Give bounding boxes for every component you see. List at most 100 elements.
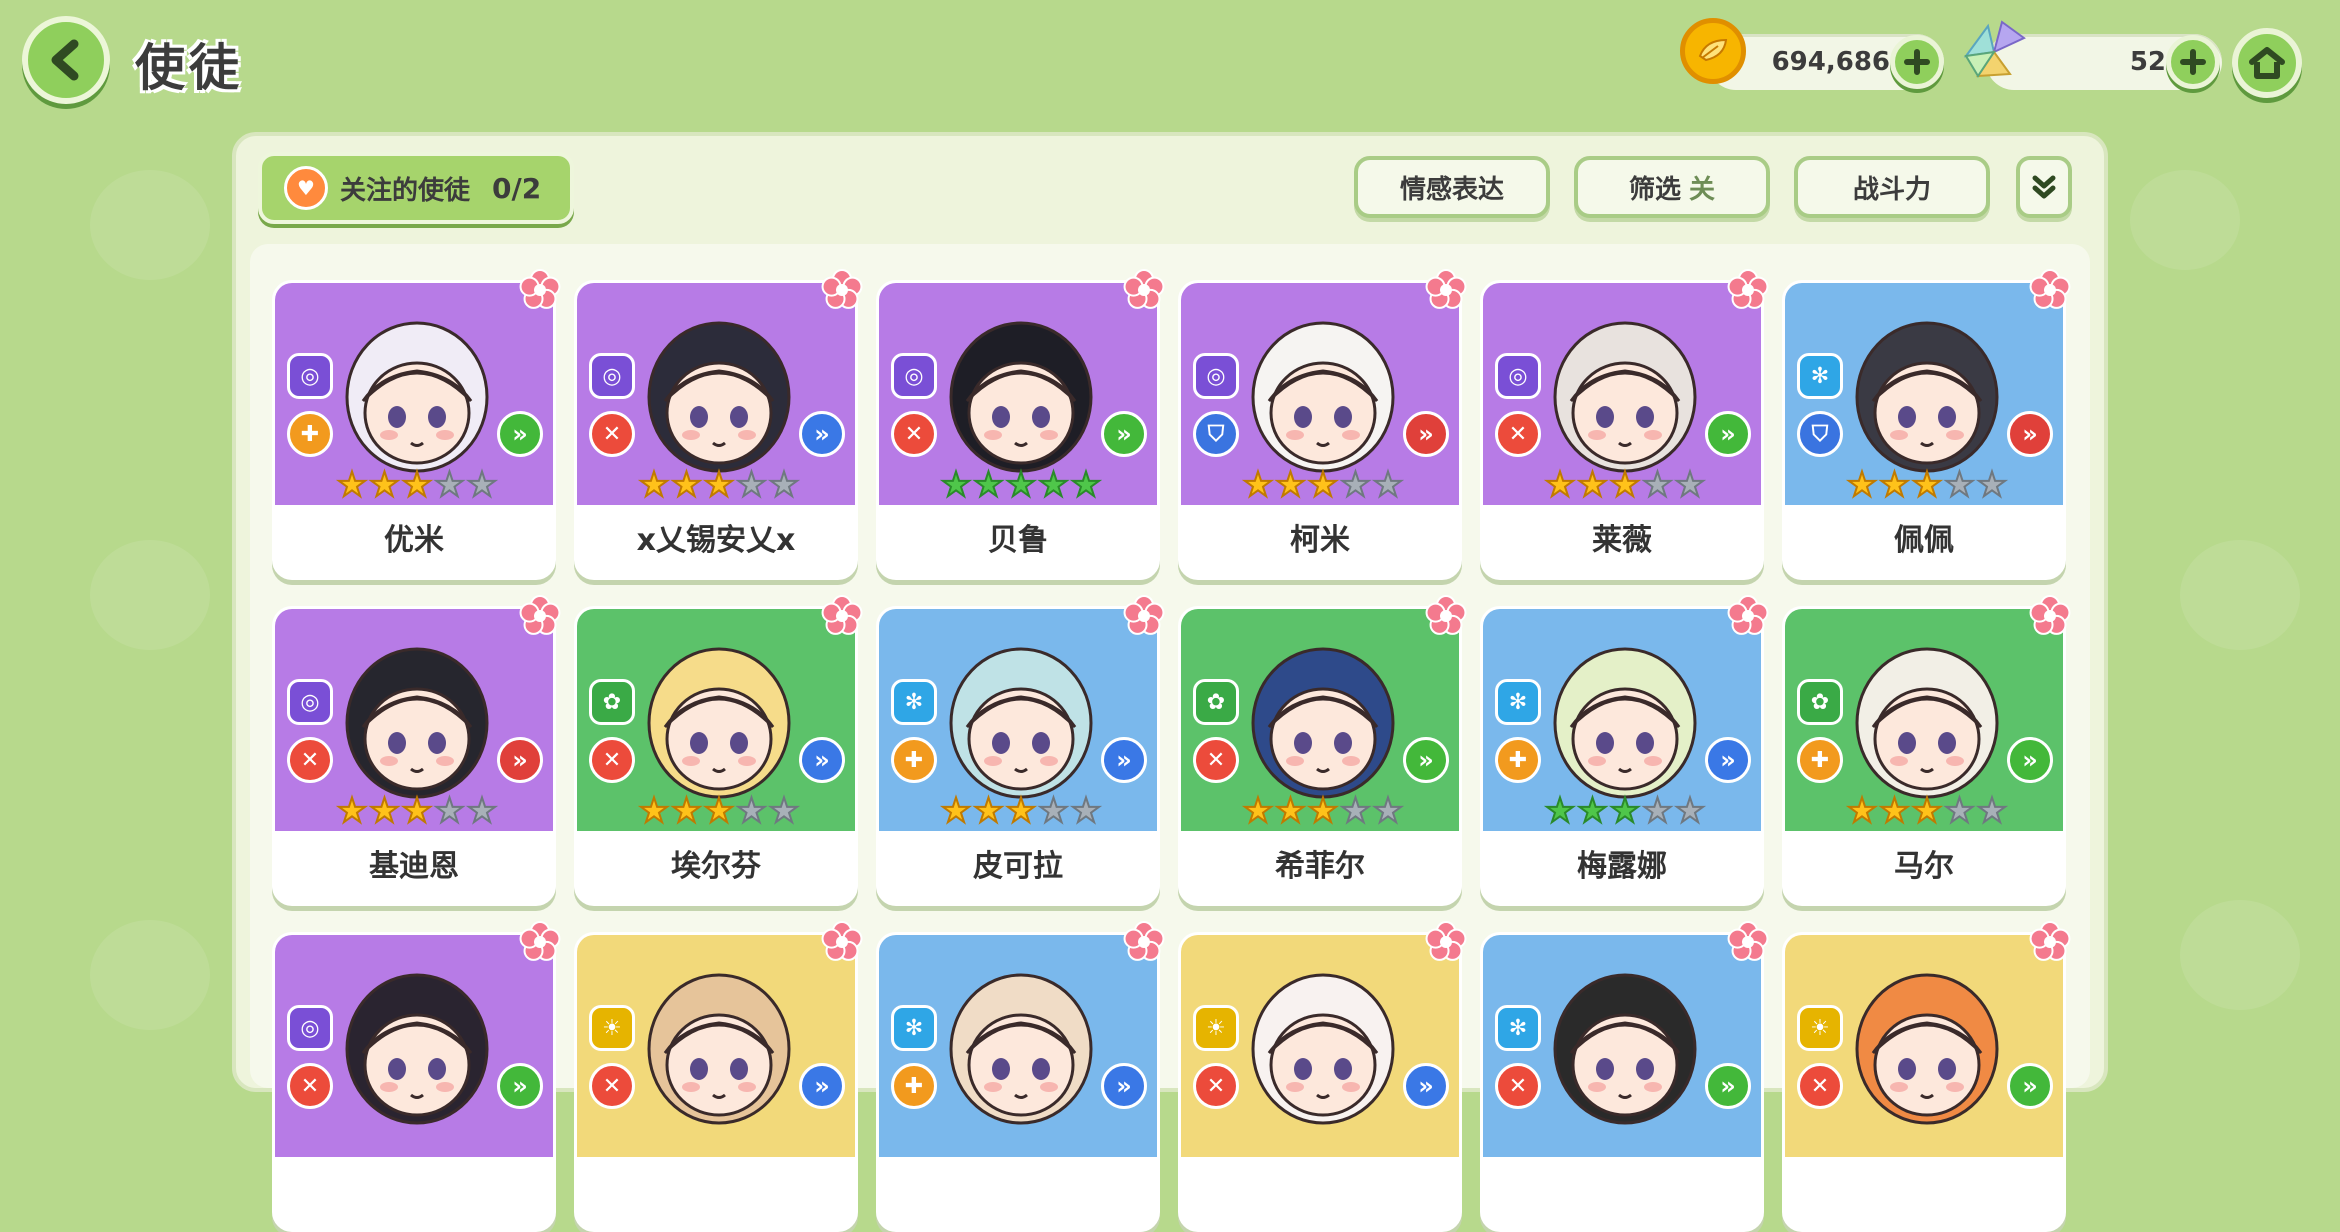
- star-empty-icon: ★: [1943, 791, 1976, 831]
- red-arrow-icon: »: [497, 737, 543, 783]
- favorite-flower-icon[interactable]: [1424, 268, 1468, 312]
- frost-element-icon: ✻: [891, 1005, 937, 1051]
- character-card[interactable]: ✻ ✚ »: [876, 932, 1160, 1232]
- gold-coin-icon: [1680, 18, 1746, 84]
- star-filled-icon: ★: [703, 465, 736, 505]
- character-card[interactable]: ✿ ✚» ★ ★ ★ ★ ★ 马尔: [1782, 606, 2066, 906]
- heal-role-icon: ✚: [891, 1063, 937, 1109]
- favorite-flower-icon[interactable]: [1726, 920, 1770, 964]
- favorite-flower-icon[interactable]: [1122, 268, 1166, 312]
- character-card[interactable]: ✻ ✚» ★ ★ ★ ★ ★ 梅露娜: [1480, 606, 1764, 906]
- favorite-flower-icon[interactable]: [518, 594, 562, 638]
- character-card[interactable]: ✻ ✚» ★ ★ ★ ★ ★ 皮可拉: [876, 606, 1160, 906]
- background-pattern: [2130, 170, 2240, 270]
- star-empty-icon: ★: [466, 465, 499, 505]
- filter-button[interactable]: 筛选 关: [1574, 156, 1770, 218]
- home-button[interactable]: [2232, 28, 2302, 98]
- star-filled-icon: ★: [1609, 791, 1642, 831]
- favorite-flower-icon[interactable]: [1122, 594, 1166, 638]
- star-rating: ★ ★ ★ ★ ★: [1223, 465, 1423, 505]
- character-card[interactable]: ◎ ✕ »: [272, 932, 556, 1232]
- star-filled-icon: ★: [401, 791, 434, 831]
- star-filled-icon: ★: [368, 465, 401, 505]
- plus-icon: [1904, 49, 1930, 75]
- attack-role-icon: ✕: [1797, 1063, 1843, 1109]
- character-card[interactable]: ✿ ✕» ★ ★ ★ ★ ★ 希菲尔: [1178, 606, 1462, 906]
- background-pattern: [2180, 900, 2300, 1010]
- favorite-flower-icon[interactable]: [2028, 920, 2072, 964]
- favorite-flower-icon[interactable]: [1726, 268, 1770, 312]
- star-empty-icon: ★: [1976, 465, 2009, 505]
- green-arrow-icon: »: [497, 1063, 543, 1109]
- favorite-flower-icon[interactable]: [820, 594, 864, 638]
- character-card[interactable]: ☀ ✕ »: [1782, 932, 2066, 1232]
- favorites-count: 0/2: [492, 171, 542, 205]
- character-card[interactable]: ✿ ✕» ★ ★ ★ ★ ★ 埃尔芬: [574, 606, 858, 906]
- character-name: [1483, 1157, 1761, 1229]
- star-rating: ★ ★ ★ ★ ★: [317, 465, 517, 505]
- favorite-flower-icon[interactable]: [820, 920, 864, 964]
- star-filled-icon: ★: [368, 791, 401, 831]
- sun-element-icon: ☀: [589, 1005, 635, 1051]
- character-card[interactable]: ◎ ✚» ★ ★ ★ ★ ★ 优米: [272, 280, 556, 580]
- star-filled-icon: ★: [1911, 465, 1944, 505]
- character-card[interactable]: ✻ ✕ »: [1480, 932, 1764, 1232]
- attack-role-icon: ✕: [589, 1063, 635, 1109]
- star-filled-icon: ★: [1070, 465, 1103, 505]
- blue-arrow-icon: »: [799, 411, 845, 457]
- star-filled-icon: ★: [1005, 791, 1038, 831]
- vortex-element-icon: ◎: [287, 353, 333, 399]
- expand-sort-button[interactable]: [2016, 156, 2072, 218]
- character-name: 佩佩: [1785, 505, 2063, 577]
- favorite-flower-icon[interactable]: [2028, 268, 2072, 312]
- sort-power-button[interactable]: 战斗力: [1794, 156, 1990, 218]
- add-gold-button[interactable]: [1890, 35, 1944, 89]
- star-empty-icon: ★: [1372, 791, 1405, 831]
- emotion-button[interactable]: 情感表达: [1354, 156, 1550, 218]
- character-name: x乂锡安乂x: [577, 505, 855, 577]
- star-filled-icon: ★: [1576, 465, 1609, 505]
- character-card[interactable]: ◎ ⛉» ★ ★ ★ ★ ★ 柯米: [1178, 280, 1462, 580]
- character-name: [577, 1157, 855, 1229]
- character-portrait: [1251, 973, 1395, 1125]
- blue-arrow-icon: »: [799, 1063, 845, 1109]
- star-filled-icon: ★: [1307, 465, 1340, 505]
- favorite-flower-icon[interactable]: [518, 920, 562, 964]
- star-filled-icon: ★: [1878, 791, 1911, 831]
- add-gem-button[interactable]: [2166, 35, 2220, 89]
- star-empty-icon: ★: [1372, 465, 1405, 505]
- character-portrait: [647, 973, 791, 1125]
- character-card[interactable]: ◎ ✕» ★ ★ ★ ★ ★ 基迪恩: [272, 606, 556, 906]
- green-arrow-icon: »: [1403, 737, 1449, 783]
- attack-role-icon: ✕: [1495, 1063, 1541, 1109]
- character-card[interactable]: ◎ ✕» ★ ★ ★ ★ ★ 莱薇: [1480, 280, 1764, 580]
- character-card[interactable]: ◎ ✕» ★ ★ ★ ★ ★ x乂锡安乂x: [574, 280, 858, 580]
- star-empty-icon: ★: [1339, 791, 1372, 831]
- favorite-flower-icon[interactable]: [1122, 920, 1166, 964]
- favorite-flower-icon[interactable]: [518, 268, 562, 312]
- character-card[interactable]: ☀ ✕ »: [574, 932, 858, 1232]
- favorite-flower-icon[interactable]: [1424, 594, 1468, 638]
- favorite-flower-icon[interactable]: [1424, 920, 1468, 964]
- favorite-flower-icon[interactable]: [1726, 594, 1770, 638]
- vortex-element-icon: ◎: [589, 353, 635, 399]
- red-arrow-icon: »: [1403, 411, 1449, 457]
- frost-element-icon: ✻: [891, 679, 937, 725]
- favorites-button[interactable]: ♥ 关注的使徒 0/2: [258, 152, 574, 224]
- character-name: [1785, 1157, 2063, 1229]
- home-icon: [2249, 47, 2285, 79]
- vortex-element-icon: ◎: [287, 679, 333, 725]
- favorite-flower-icon[interactable]: [2028, 594, 2072, 638]
- defense-role-icon: ⛉: [1797, 411, 1843, 457]
- crystal-gem-icon: [1963, 20, 2026, 78]
- star-empty-icon: ★: [466, 791, 499, 831]
- back-button[interactable]: [22, 16, 110, 104]
- vortex-element-icon: ◎: [287, 1005, 333, 1051]
- favorite-flower-icon[interactable]: [820, 268, 864, 312]
- character-card[interactable]: ☀ ✕ »: [1178, 932, 1462, 1232]
- star-rating: ★ ★ ★ ★ ★: [1827, 791, 2027, 831]
- character-name: 埃尔芬: [577, 831, 855, 903]
- page-title: 使徒: [135, 39, 243, 97]
- character-card[interactable]: ✻ ⛉» ★ ★ ★ ★ ★ 佩佩: [1782, 280, 2066, 580]
- character-card[interactable]: ◎ ✕» ★ ★ ★ ★ ★ 贝鲁: [876, 280, 1160, 580]
